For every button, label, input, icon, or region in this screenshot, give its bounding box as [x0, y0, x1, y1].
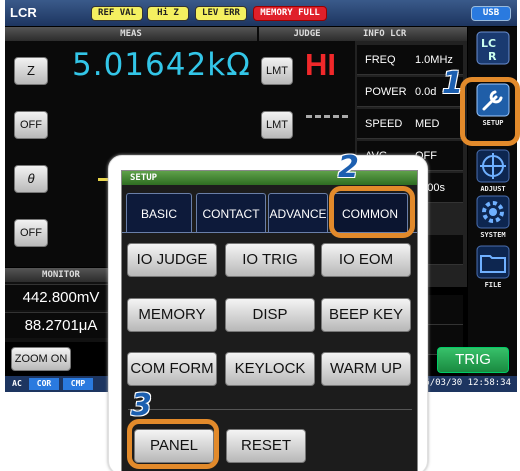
system-button[interactable]: SYSTEM [472, 195, 514, 239]
common-tab-highlight [329, 186, 415, 238]
gear-icon [476, 195, 510, 229]
file-button[interactable]: FILE [472, 245, 514, 289]
cor-tag: COR [29, 378, 59, 390]
dialog-separator [128, 409, 412, 410]
monitor-current: 88.2701μA [5, 312, 117, 338]
adjust-label: ADJUST [480, 185, 506, 193]
system-label: SYSTEM [480, 231, 506, 239]
lmt2-button[interactable]: LMT [261, 111, 293, 139]
judge-header: JUDGE [259, 27, 355, 41]
panel-button-highlight [127, 419, 219, 469]
measurement-value: 5.01642kΩ [72, 47, 251, 83]
crosshair-icon [476, 149, 510, 183]
app-title: LCR [10, 5, 37, 20]
adjust-button[interactable]: ADJUST [472, 149, 514, 193]
memory-button[interactable]: MEMORY [127, 298, 217, 332]
info-header: INFO LCR [355, 27, 467, 41]
monitor-panel: MONITOR 442.800mV 88.2701μA [5, 268, 117, 342]
lev-err-badge: LEV ERR [195, 6, 247, 21]
warm-up-button[interactable]: WARM UP [321, 352, 411, 386]
judge1-result: HI [305, 47, 336, 82]
step-1-label: 1 [442, 66, 463, 101]
top-status-bar: LCR REF VAL Hi Z LEV ERR MEMORY FULL USB [5, 0, 517, 26]
info-label: SPEED [365, 118, 403, 130]
io-judge-button[interactable]: IO JUDGE [127, 243, 217, 277]
step-2-label: 2 [338, 150, 359, 185]
step-3-label: 3 [131, 388, 152, 423]
lmt1-button[interactable]: LMT [261, 57, 293, 85]
cmp-tag: CMP [63, 378, 93, 390]
memory-full-badge: MEMORY FULL [253, 6, 327, 21]
usb-badge: USB [471, 6, 511, 21]
keylock-button[interactable]: KEYLOCK [225, 352, 315, 386]
svg-text:LC: LC [481, 37, 496, 50]
io-eom-button[interactable]: IO EOM [321, 243, 411, 277]
theta-value-indicator [98, 178, 108, 181]
datetime: 6/03/30 12:58:34 [424, 378, 511, 388]
disp-button[interactable]: DISP [225, 298, 315, 332]
io-trig-button[interactable]: IO TRIG [225, 243, 315, 277]
monitor-voltage: 442.800mV [5, 284, 117, 310]
svg-text:R: R [488, 50, 497, 63]
setup-highlight [460, 77, 520, 146]
beep-key-button[interactable]: BEEP KEY [321, 298, 411, 332]
lcr-icon: LC R [476, 31, 510, 65]
trig-button[interactable]: TRIG [437, 347, 509, 373]
monitor-header: MONITOR [5, 268, 117, 282]
param1-z-button[interactable]: Z [14, 57, 48, 85]
tab-contact[interactable]: CONTACT [196, 193, 266, 233]
param2-off-button[interactable]: OFF [14, 111, 48, 139]
folder-icon [476, 245, 510, 279]
param4-off-button[interactable]: OFF [14, 219, 48, 247]
ref-val-badge: REF VAL [91, 6, 143, 21]
info-row-speed: SPEED MED [357, 109, 463, 139]
zoom-on-button[interactable]: ZOOM ON [11, 347, 71, 371]
tab-basic[interactable]: BASIC [126, 193, 192, 233]
info-label: POWER [365, 86, 407, 98]
setup-dialog-title: SETUP [122, 171, 417, 185]
info-value: MED [415, 118, 440, 130]
param3-theta-button[interactable]: θ [14, 165, 48, 193]
judge2-empty-indicator [306, 115, 348, 119]
reset-button[interactable]: RESET [226, 429, 306, 463]
com-form-button[interactable]: COM FORM [127, 352, 217, 386]
info-label: FREQ [365, 54, 396, 66]
file-label: FILE [484, 281, 502, 289]
info-value: 0.0d [415, 86, 437, 98]
hi-z-badge: Hi Z [147, 6, 189, 21]
ac-tag: AC [12, 379, 22, 388]
lcr-mode-button[interactable]: LC R [472, 31, 514, 67]
tab-advanced[interactable]: ADVANCE [268, 193, 328, 233]
meas-header: MEAS [5, 27, 257, 41]
